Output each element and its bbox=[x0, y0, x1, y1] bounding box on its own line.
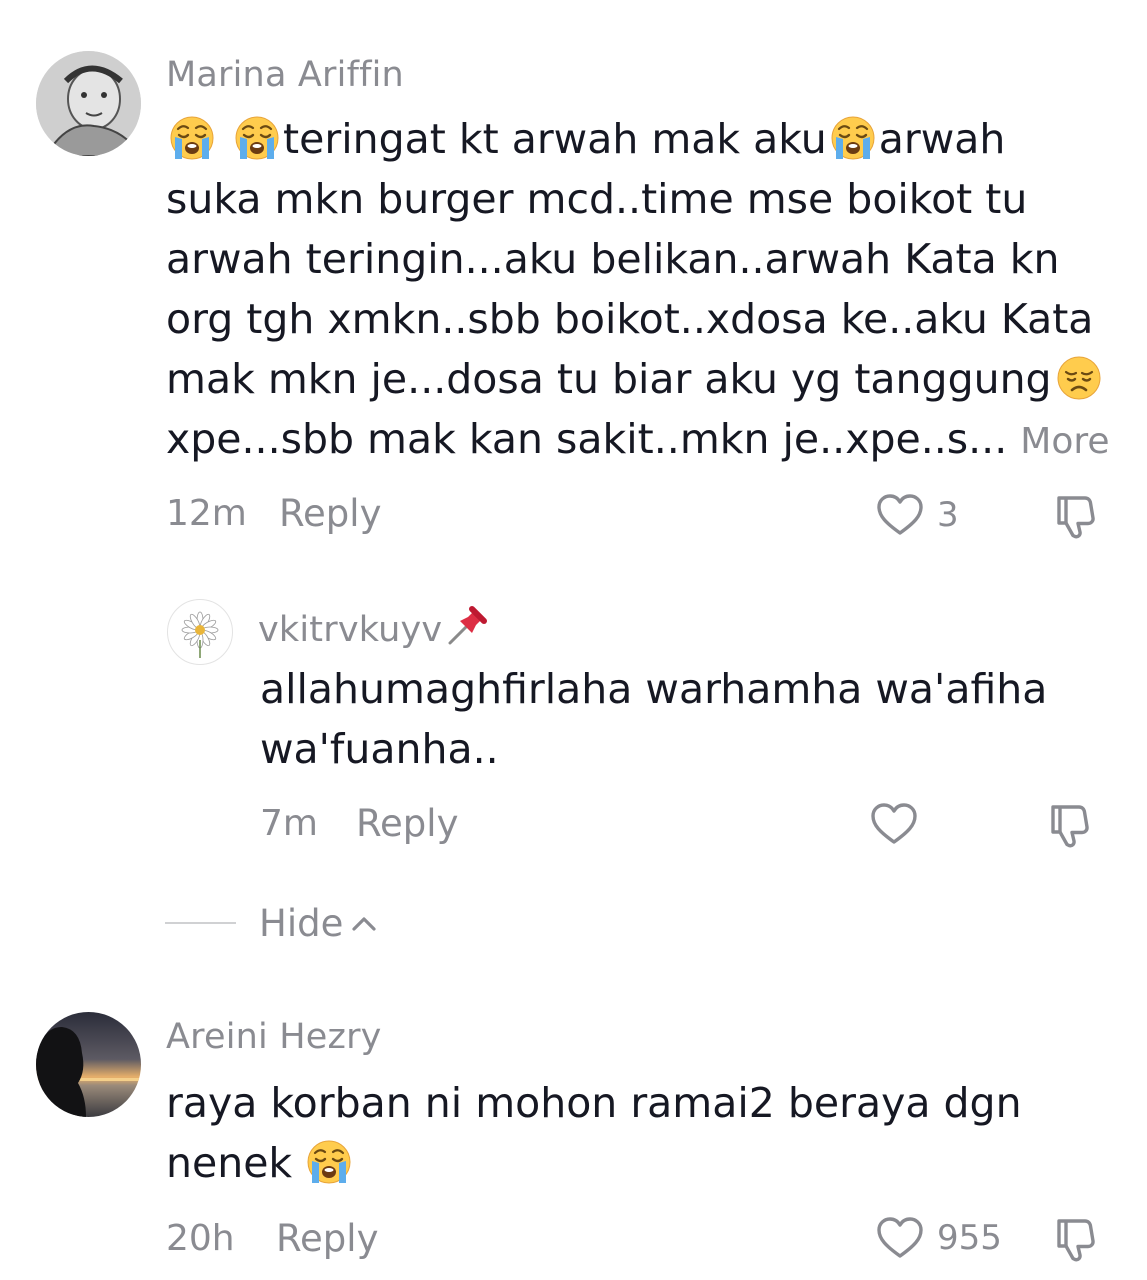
avatar[interactable] bbox=[36, 51, 141, 156]
comment-timestamp: 12m bbox=[166, 493, 247, 534]
comment-timestamp: 20h bbox=[166, 1218, 235, 1259]
like-count: 3 bbox=[937, 495, 959, 535]
hide-replies-button[interactable]: Hide bbox=[259, 902, 379, 945]
comment-text-line: nenek bbox=[166, 1134, 355, 1194]
like-count: 955 bbox=[937, 1218, 1002, 1258]
pushpin-emoji-icon bbox=[448, 606, 488, 645]
reply-timestamp: 7m bbox=[260, 803, 318, 844]
comment-text-segment: teringat kt arwah mak aku bbox=[283, 115, 827, 163]
comment-username-text: vkitrvkuyv bbox=[258, 610, 443, 650]
comment-text-line: raya korban ni mohon ramai2 beraya dgn bbox=[166, 1079, 1022, 1127]
comment-text-segment: nenek bbox=[166, 1139, 293, 1187]
hide-label: Hide bbox=[259, 902, 344, 945]
comment-text-line: suka mkn burger mcd..time mse boikot tu bbox=[166, 175, 1028, 223]
reply-text-line: wa'fuanha.. bbox=[260, 725, 499, 773]
comment-text-segment: xpe...sbb mak kan sakit..mkn je..xpe..s.… bbox=[166, 415, 1008, 463]
avatar[interactable] bbox=[36, 1012, 141, 1117]
crying-face-emoji-icon bbox=[306, 1139, 352, 1185]
chevron-up-icon bbox=[352, 917, 376, 931]
heart-outline-icon[interactable] bbox=[870, 801, 918, 849]
reply-button[interactable]: Reply bbox=[356, 802, 458, 845]
reply-button[interactable]: Reply bbox=[276, 1217, 378, 1260]
comment-text-line: arwah teringin...aku belikan..arwah Kata… bbox=[166, 235, 1060, 283]
crying-face-emoji-icon bbox=[830, 115, 875, 161]
avatar-sketch-image bbox=[36, 51, 141, 156]
avatar[interactable] bbox=[167, 599, 233, 665]
disappointed-face-emoji-icon bbox=[1056, 355, 1101, 401]
daisy-icon bbox=[181, 611, 219, 658]
crying-face-emoji-icon bbox=[169, 115, 215, 161]
thumbs-down-icon[interactable] bbox=[1053, 492, 1101, 540]
comment-username[interactable]: Marina Ariffin bbox=[166, 55, 404, 95]
more-link[interactable]: More bbox=[1020, 421, 1109, 462]
comment-text-line: teringat kt arwah mak aku arwah bbox=[166, 110, 1005, 170]
thumbs-down-icon[interactable] bbox=[1053, 1215, 1101, 1263]
comment-text-line: xpe...sbb mak kan sakit..mkn je..xpe..s.… bbox=[166, 410, 1110, 472]
reply-button[interactable]: Reply bbox=[279, 492, 381, 535]
comment-username[interactable]: vkitrvkuyv bbox=[258, 603, 490, 650]
comment-text-line: org tgh xmkn..sbb boikot..xdosa ke..aku … bbox=[166, 295, 1094, 343]
comment-text-segment: mak mkn je...dosa tu biar aku yg tanggun… bbox=[166, 355, 1052, 403]
comment-text-segment: arwah bbox=[878, 115, 1006, 163]
thumbs-down-icon[interactable] bbox=[1047, 801, 1095, 849]
reply-text-line: allahumaghfirlaha warhamha wa'afiha bbox=[260, 665, 1048, 713]
sunset-silhouette-image bbox=[36, 1012, 141, 1117]
crying-face-emoji-icon bbox=[234, 115, 280, 161]
comment-username[interactable]: Areini Hezry bbox=[166, 1017, 382, 1057]
comment-text-line: mak mkn je...dosa tu biar aku yg tanggun… bbox=[166, 350, 1105, 410]
heart-outline-icon[interactable] bbox=[876, 1215, 924, 1263]
hide-divider-line bbox=[165, 922, 236, 924]
heart-outline-icon[interactable] bbox=[876, 492, 924, 540]
